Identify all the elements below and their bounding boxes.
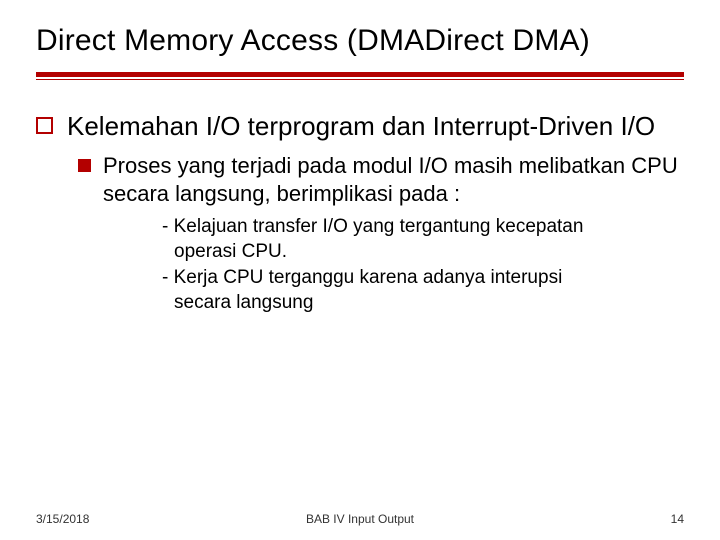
list-item-level3: - Kerja CPU terganggu karena adanya inte…: [146, 266, 684, 315]
footer-date: 3/15/2018: [36, 512, 89, 526]
list-item-level2: Proses yang terjadi pada modul I/O masih…: [78, 152, 684, 207]
square-filled-icon: [78, 159, 91, 172]
footer-page-number: 14: [671, 512, 684, 526]
square-outline-icon: [36, 117, 53, 134]
slide-footer: 3/15/2018 BAB IV Input Output 14: [0, 512, 720, 526]
bullet-text: Kelemahan I/O terprogram dan Interrupt-D…: [67, 110, 684, 143]
footer-title: BAB IV Input Output: [0, 512, 720, 526]
slide-title: Direct Memory Access (DMADirect DMA): [36, 22, 684, 60]
slide: Direct Memory Access (DMADirect DMA) Kel…: [0, 0, 720, 540]
list-item-level1: Kelemahan I/O terprogram dan Interrupt-D…: [36, 110, 684, 143]
title-rule: [36, 72, 684, 80]
slide-body: Kelemahan I/O terprogram dan Interrupt-D…: [36, 110, 684, 316]
list-item-level3: - Kelajuan transfer I/O yang tergantung …: [146, 215, 684, 264]
bullet-text: Proses yang terjadi pada modul I/O masih…: [103, 152, 684, 207]
